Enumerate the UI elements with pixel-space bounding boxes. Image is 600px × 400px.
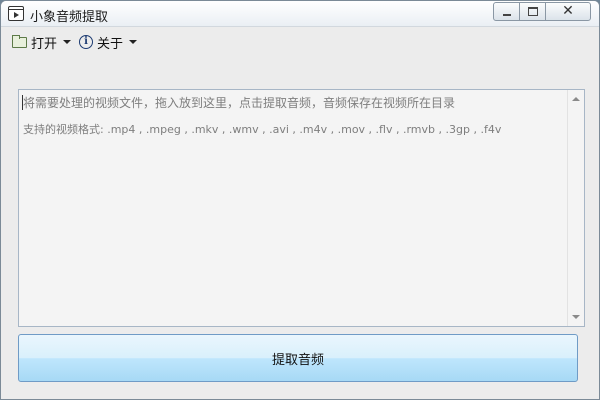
- menu-about-label: 关于: [97, 36, 124, 52]
- minimize-button[interactable]: [493, 2, 520, 21]
- info-icon: i: [79, 35, 93, 49]
- vertical-scrollbar[interactable]: [567, 90, 584, 326]
- scroll-up-icon[interactable]: [572, 97, 580, 101]
- menu-open-label: 打开: [31, 36, 58, 52]
- chevron-down-icon: [129, 40, 138, 44]
- menu-about[interactable]: i 关于: [79, 33, 138, 52]
- instruction-text: 将需要处理的视频文件，拖入放到这里，点击提取音频，音频保存在视频所在目录: [23, 96, 456, 110]
- maximize-button[interactable]: [519, 2, 546, 21]
- supported-formats-text: 支持的视频格式: .mp4 , .mpeg , .mkv , .wmv , .a…: [23, 123, 502, 136]
- video-app-icon: [8, 6, 24, 21]
- close-button[interactable]: ✕: [545, 2, 591, 21]
- scroll-down-icon[interactable]: [572, 315, 580, 319]
- drop-text-area[interactable]: 将需要处理的视频文件，拖入放到这里，点击提取音频，音频保存在视频所在目录 支持的…: [18, 89, 585, 327]
- menu-bar: 打开 i 关于: [1, 28, 599, 54]
- maximize-icon: [528, 7, 538, 16]
- title-bar[interactable]: 小象音频提取 ✕: [1, 1, 599, 27]
- close-icon: ✕: [562, 3, 574, 19]
- extract-audio-button[interactable]: 提取音频: [18, 334, 578, 382]
- folder-icon: [12, 34, 27, 48]
- window-title: 小象音频提取: [30, 10, 109, 25]
- text-content: 将需要处理的视频文件，拖入放到这里，点击提取音频，音频保存在视频所在目录 支持的…: [23, 94, 562, 139]
- minimize-icon: [503, 14, 511, 16]
- app-window: 小象音频提取 ✕ 打开 i 关于 将需要处理的视频文件，拖入放到这里，点击提取音…: [0, 0, 600, 400]
- chevron-down-icon: [63, 40, 72, 44]
- menu-open[interactable]: 打开: [12, 33, 72, 52]
